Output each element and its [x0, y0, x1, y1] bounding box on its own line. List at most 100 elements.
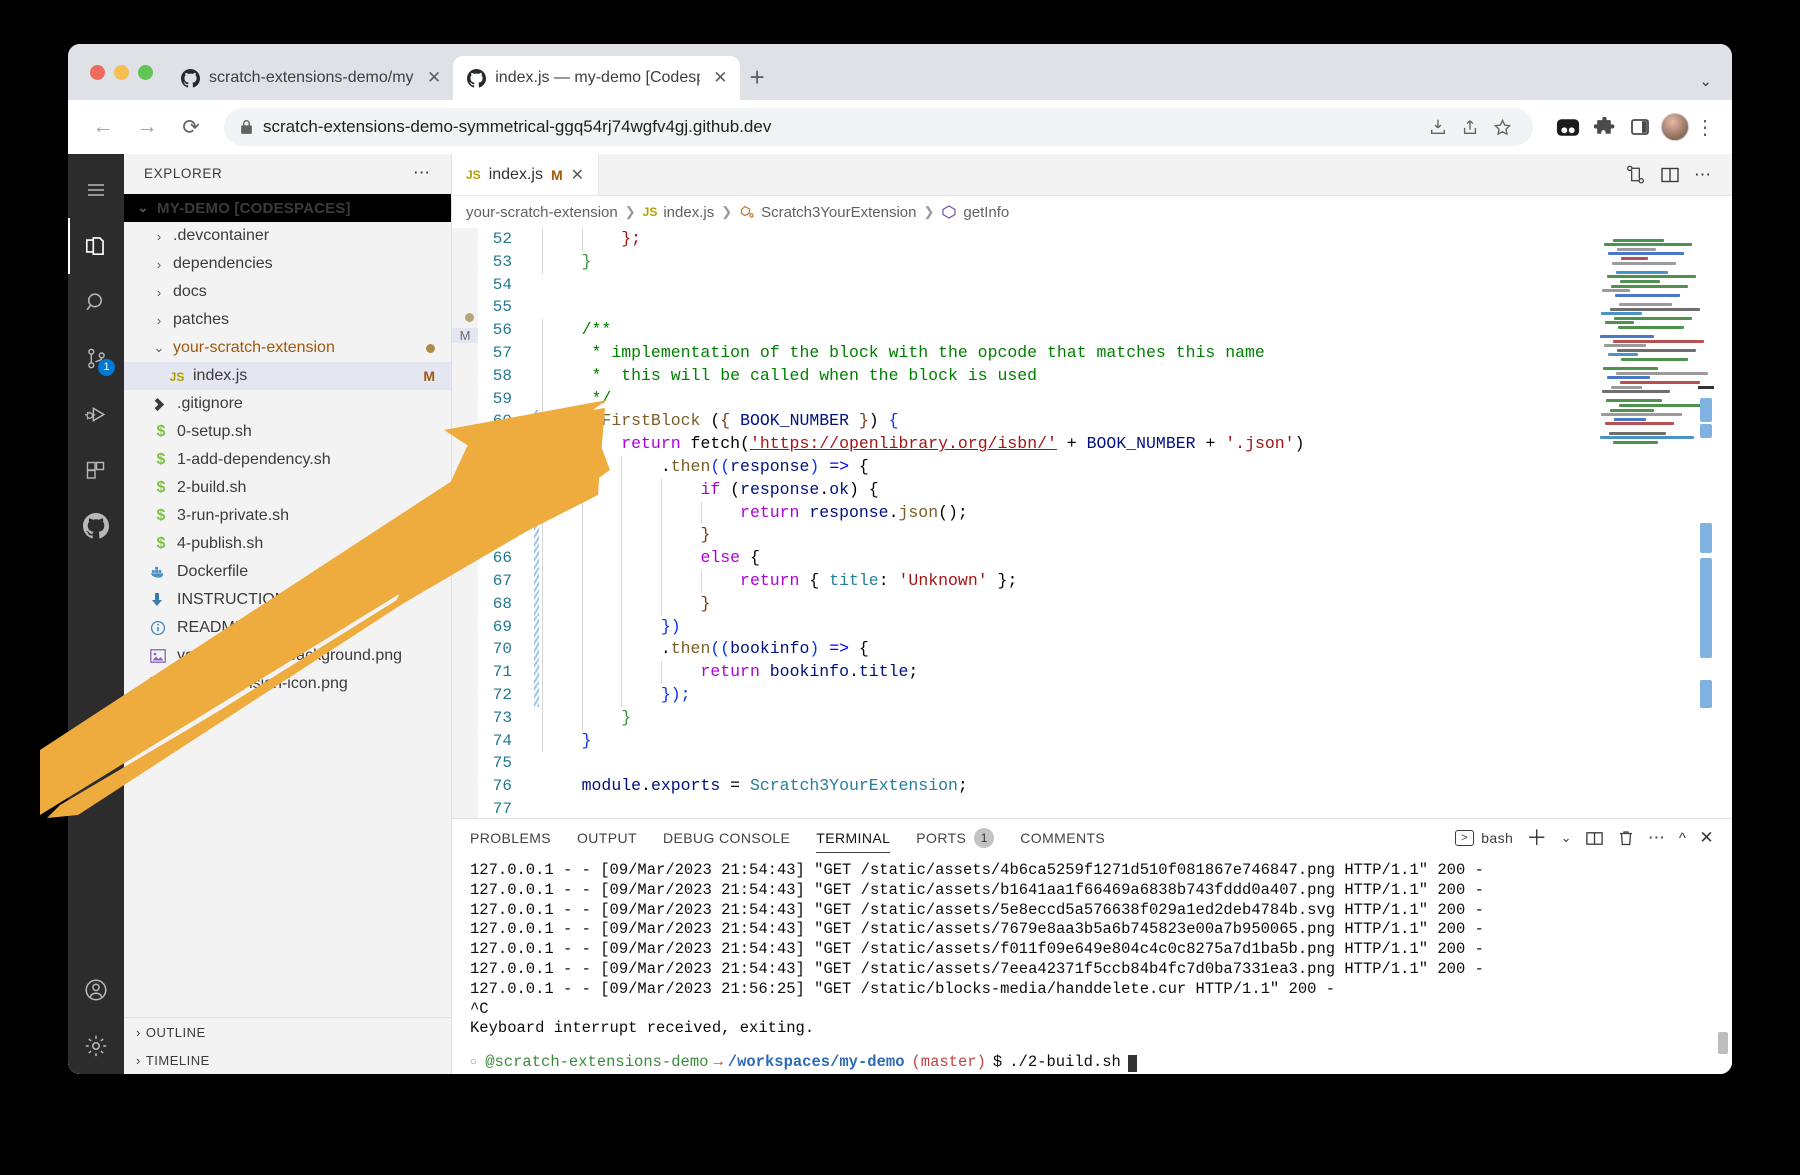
terminal-dropdown-icon[interactable]: ⌄: [1561, 830, 1572, 846]
close-icon[interactable]: ✕: [427, 68, 441, 88]
forward-arrow-icon[interactable]: →: [128, 108, 166, 146]
code-line[interactable]: 56 /**: [478, 319, 1732, 342]
code-line[interactable]: 53 }: [478, 250, 1732, 274]
code-line[interactable]: 64 return response.json();: [478, 501, 1732, 525]
terminal-output[interactable]: 127.0.0.1 - - [09/Mar/2023 21:54:43] "GE…: [452, 857, 1732, 1074]
share-icon[interactable]: [1455, 112, 1485, 142]
reload-icon[interactable]: ⟳: [172, 108, 210, 146]
panel-tab-ports[interactable]: PORTS 1: [916, 819, 995, 857]
close-window-button[interactable]: [90, 64, 105, 80]
tree-item-2-build-sh[interactable]: $2-build.sh: [124, 474, 451, 502]
profile-avatar[interactable]: [1661, 113, 1689, 141]
search-icon[interactable]: [68, 274, 124, 330]
tree-item-instructions-md[interactable]: INSTRUCTIONS.md: [124, 586, 451, 614]
breadcrumb-item-method[interactable]: getInfo: [941, 204, 1009, 221]
chevron-down-icon[interactable]: ⌄: [1699, 72, 1712, 90]
tree-item-0-setup-sh[interactable]: $0-setup.sh: [124, 418, 451, 446]
explorer-icon[interactable]: [68, 218, 124, 274]
tree-item-readme-md[interactable]: README.md: [124, 614, 451, 642]
tree-item--gitignore[interactable]: .gitignore: [124, 390, 451, 418]
tree-item-docs[interactable]: › docs: [124, 278, 451, 306]
breadcrumb-item-file[interactable]: JS index.js: [643, 204, 715, 221]
back-arrow-icon[interactable]: ←: [84, 108, 122, 146]
tree-item-your-scratch-extension[interactable]: ⌄ your-scratch-extension: [124, 334, 451, 362]
code-line[interactable]: 77: [478, 798, 1732, 818]
close-icon[interactable]: ✕: [571, 165, 584, 185]
code-line[interactable]: 59 */: [478, 387, 1732, 411]
more-actions-icon[interactable]: ⋯: [1694, 165, 1712, 185]
panel-tab-comments[interactable]: COMMENTS: [1020, 819, 1105, 857]
tree-item-1-add-dependency-sh[interactable]: $1-add-dependency.sh: [124, 446, 451, 474]
panel-tab-output[interactable]: OUTPUT: [577, 819, 637, 857]
code-line[interactable]: 74 }: [478, 729, 1732, 753]
terminal-shell-selector[interactable]: > bash: [1455, 830, 1513, 846]
code-line[interactable]: 73 }: [478, 706, 1732, 730]
url-bar[interactable]: scratch-extensions-demo-symmetrical-ggq5…: [224, 108, 1533, 146]
code-lines[interactable]: 52 }; 53 } 54 55 56 /** 57 * implementation o…: [478, 228, 1732, 818]
source-control-icon[interactable]: 1: [68, 330, 124, 386]
side-panel-icon[interactable]: [1625, 112, 1655, 142]
tree-item-patches[interactable]: › patches: [124, 306, 451, 334]
editor-tab-index-js[interactable]: JS index.js M ✕: [452, 154, 600, 195]
split-editor-icon[interactable]: [1660, 165, 1680, 185]
tree-item-3-run-private-sh[interactable]: $3-run-private.sh: [124, 502, 451, 530]
panel-tab-problems[interactable]: PROBLEMS: [470, 819, 551, 857]
new-tab-button[interactable]: +: [750, 64, 765, 90]
panel-tab-debug-console[interactable]: DEBUG CONSOLE: [663, 819, 790, 857]
minimize-window-button[interactable]: [114, 64, 129, 80]
terminal-scrollbar[interactable]: [1718, 1032, 1728, 1054]
code-line[interactable]: 61 return fetch('https://openlibrary.org…: [478, 433, 1732, 456]
duo-extension-icon[interactable]: [1553, 112, 1583, 142]
compare-changes-icon[interactable]: [1625, 164, 1646, 185]
tree-item-your-extension-background-png[interactable]: your-extension-background.png: [124, 642, 451, 670]
code-line[interactable]: 63 if (response.ok) {: [478, 478, 1732, 502]
close-icon[interactable]: ✕: [713, 68, 727, 88]
sidebar-item-outline[interactable]: › OUTLINE: [124, 1018, 451, 1046]
code-line[interactable]: 75: [478, 752, 1732, 775]
github-icon[interactable]: [68, 498, 124, 554]
tree-item-dockerfile[interactable]: Dockerfile: [124, 558, 451, 586]
browser-tab-2[interactable]: index.js — my-demo [Codespa ✕: [453, 56, 740, 100]
code-line[interactable]: 58 * this will be called when the block …: [478, 364, 1732, 388]
tree-item-4-publish-sh[interactable]: $4-publish.sh: [124, 530, 451, 558]
extensions-icon[interactable]: [68, 442, 124, 498]
editor-minimap[interactable]: [1596, 228, 1714, 818]
code-line[interactable]: 67 return { title: 'Unknown' };: [478, 569, 1732, 593]
more-actions-icon[interactable]: ⋯: [413, 163, 431, 183]
kebab-menu-icon[interactable]: ⋮: [1695, 115, 1716, 140]
code-line[interactable]: 68 }: [478, 592, 1732, 616]
maximize-window-button[interactable]: [138, 64, 153, 80]
download-icon[interactable]: [1423, 112, 1453, 142]
code-line[interactable]: 60 myFirstBlock ({ BOOK_NUMBER }) {: [478, 410, 1732, 434]
code-line[interactable]: 54: [478, 274, 1732, 297]
terminal-prompt[interactable]: ○ @scratch-extensions-demo →/workspaces/my…: [470, 1053, 1732, 1073]
more-actions-icon[interactable]: ⋯: [1648, 828, 1666, 848]
code-line[interactable]: 62 .then((response) => {: [478, 455, 1732, 479]
settings-gear-icon[interactable]: [68, 1018, 124, 1074]
code-line[interactable]: 55: [478, 296, 1732, 319]
tree-item-index-js[interactable]: JS index.js M: [124, 362, 451, 390]
close-panel-icon[interactable]: ✕: [1699, 828, 1714, 848]
tree-item-your-extension-icon-png[interactable]: your-extension-icon.png: [124, 670, 451, 698]
tree-item--devcontainer[interactable]: › .devcontainer: [124, 222, 451, 250]
code-line[interactable]: 72 });: [478, 683, 1732, 707]
breadcrumb-item-class[interactable]: Scratch3YourExtension: [739, 204, 916, 221]
bookmark-star-icon[interactable]: [1487, 112, 1517, 142]
code-line[interactable]: 69 }): [478, 615, 1732, 639]
code-line[interactable]: 76 module.exports = Scratch3YourExtensio…: [478, 775, 1732, 798]
tree-root-my-demo[interactable]: ⌄ MY-DEMO [CODESPACES]: [124, 194, 451, 222]
code-line[interactable]: 70 .then((bookinfo) => {: [478, 638, 1732, 662]
run-and-debug-icon[interactable]: [68, 386, 124, 442]
new-terminal-icon[interactable]: ＋: [1526, 828, 1547, 849]
maximize-panel-icon[interactable]: ^: [1679, 830, 1686, 847]
sidebar-item-timeline[interactable]: › TIMELINE: [124, 1046, 451, 1074]
panel-tab-terminal[interactable]: TERMINAL: [816, 819, 891, 857]
tree-item-dependencies[interactable]: › dependencies: [124, 250, 451, 278]
menu-hamburger-icon[interactable]: [68, 162, 124, 218]
split-terminal-icon[interactable]: [1585, 829, 1604, 848]
code-line[interactable]: 65 }: [478, 524, 1732, 548]
code-editor[interactable]: M 52 }; 53 } 54 55 56 /** 57 * implementation…: [452, 228, 1732, 818]
kill-terminal-icon[interactable]: [1617, 829, 1635, 847]
code-line[interactable]: 71 return bookinfo.title;: [478, 661, 1732, 684]
breadcrumb-item-folder[interactable]: your-scratch-extension: [466, 204, 618, 221]
